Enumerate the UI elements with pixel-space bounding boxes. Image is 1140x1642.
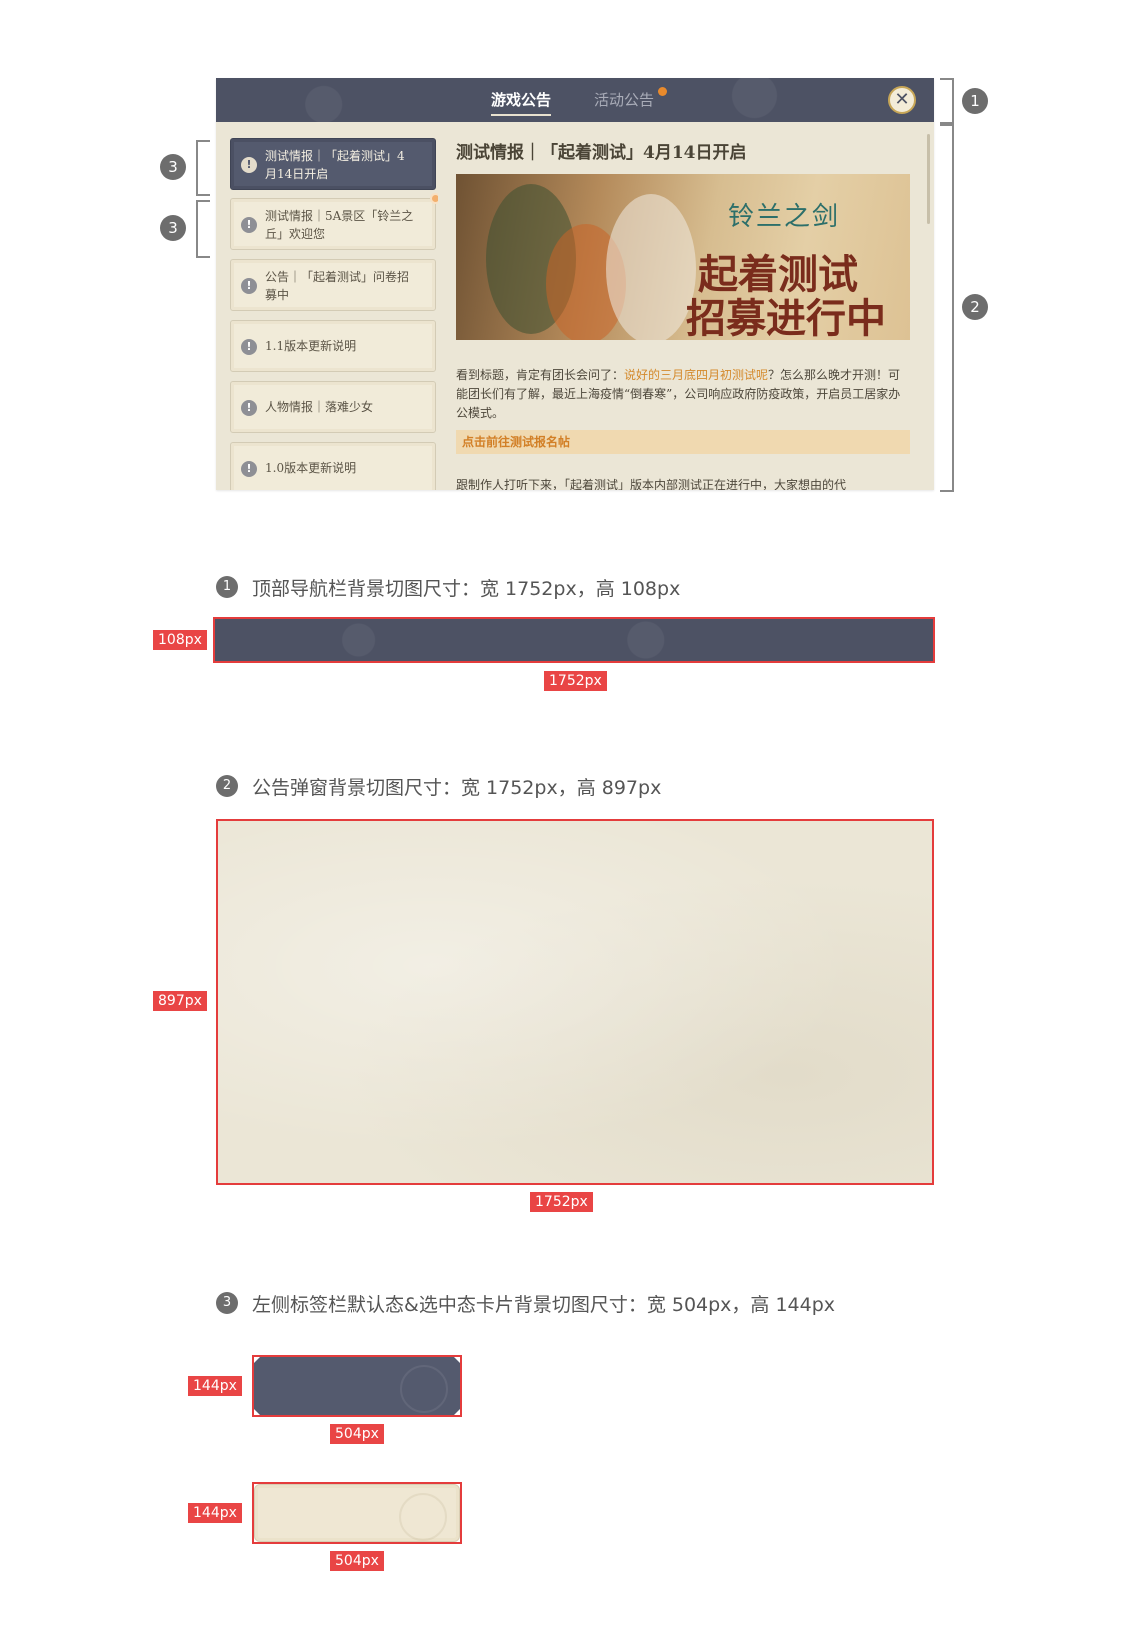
spec-3-title: 左侧标签栏默认态&选中态卡片背景切图尺寸：宽 504px，高 144px: [252, 1294, 836, 1316]
announcement-list[interactable]: ! 测试情报｜「起着测试」4月14日开启 ! 测试情报｜5A景区「铃兰之丘」欢迎…: [230, 138, 438, 490]
body-text: 看到标题，肯定有团长会问了：: [456, 368, 625, 382]
bracket-1: [940, 78, 954, 126]
spec-3-dark-width-tag: 504px: [330, 1424, 384, 1444]
announcement-window: 游戏公告 活动公告 ✕ ! 测试情报｜「起着测试」4月14日开启 ! 测试情报｜…: [216, 78, 934, 490]
list-item[interactable]: ! 测试情报｜「起着测试」4月14日开启: [230, 138, 436, 190]
alert-icon: !: [241, 278, 257, 294]
announcement-title: 测试情报｜「起着测试」4月14日开启: [456, 143, 747, 163]
spec-1-width-tag: 1752px: [544, 671, 607, 691]
spec-1-height-tag: 108px: [153, 630, 207, 650]
spec-2-title: 公告弹窗背景切图尺寸：宽 1752px，高 897px: [252, 777, 662, 799]
announcement-body-cont: 跟制作人打听下来，「起着测试」版本内部测试正在进行中，大家想由的代: [456, 478, 847, 490]
alert-icon: !: [241, 400, 257, 416]
alert-icon: !: [241, 157, 257, 173]
spec-3-number: 3: [216, 1292, 238, 1314]
marker-2: 2: [962, 294, 988, 320]
character-art: [606, 194, 696, 340]
announcement-content[interactable]: 测试情报｜「起着测试」4月14日开启 铃兰之剑 起着测试 招募进行中 看到标题，…: [456, 138, 912, 490]
alert-icon: !: [241, 339, 257, 355]
body-highlight: 说好的三月底四月初测试呢: [624, 368, 769, 382]
spec-2-width-tag: 1752px: [530, 1192, 593, 1212]
bracket-2: [940, 122, 954, 492]
spec-3-light-width-tag: 504px: [330, 1551, 384, 1571]
scrollbar[interactable]: [927, 134, 930, 224]
list-item[interactable]: ! 测试情报｜5A景区「铃兰之丘」欢迎您: [230, 193, 438, 250]
spec-3-light-frame: [252, 1482, 462, 1544]
spec-3-dark-height-tag: 144px: [188, 1376, 242, 1396]
list-item-label: 1.0版本更新说明: [265, 461, 357, 475]
list-item[interactable]: ! 人物情报｜落难少女: [230, 381, 436, 433]
alert-icon: !: [241, 217, 257, 233]
announcement-body: 看到标题，肯定有团长会问了：说好的三月底四月初测试呢？怎么那么晚才开测！可能团长…: [456, 366, 912, 423]
marker-1: 1: [962, 88, 988, 114]
list-item[interactable]: ! 公告｜「起着测试」问卷招募中: [230, 259, 436, 311]
top-nav-bar: 游戏公告 活动公告 ✕: [216, 78, 934, 122]
spec-2-frame: [216, 819, 934, 1185]
new-badge-icon: [430, 193, 438, 204]
bracket-3b: [196, 200, 210, 258]
list-item-label: 公告｜「起着测试」问卷招募中: [265, 270, 410, 302]
list-item-label: 人物情报｜落难少女: [265, 400, 374, 414]
signup-link[interactable]: 点击前往测试报名帖: [456, 430, 910, 454]
tab-game-announcements[interactable]: 游戏公告: [491, 78, 552, 122]
new-dot-icon: [658, 87, 667, 96]
list-item-label: 测试情报｜5A景区「铃兰之丘」欢迎您: [265, 209, 414, 241]
spec-1-number: 1: [216, 576, 238, 598]
spec-2-number: 2: [216, 775, 238, 797]
tab-event-announcements[interactable]: 活动公告: [594, 78, 654, 122]
spec-3-light-height-tag: 144px: [188, 1503, 242, 1523]
list-item[interactable]: ! 1.0版本更新说明: [230, 442, 436, 490]
banner-headline-2: 招募进行中: [686, 295, 886, 340]
announcement-banner: 铃兰之剑 起着测试 招募进行中: [456, 174, 910, 340]
spec-3-dark-frame: [252, 1355, 462, 1417]
alert-icon: !: [241, 461, 257, 477]
spec-1-title: 顶部导航栏背景切图尺寸：宽 1752px，高 108px: [252, 578, 681, 600]
marker-3a: 3: [160, 154, 186, 180]
list-item-label: 测试情报｜「起着测试」4月14日开启: [265, 149, 405, 181]
game-logo: 铃兰之剑: [727, 202, 840, 232]
close-icon: ✕: [894, 89, 910, 110]
list-item[interactable]: ! 1.1版本更新说明: [230, 320, 436, 372]
spec-1-frame: [213, 617, 935, 663]
marker-3b: 3: [160, 215, 186, 241]
list-item-label: 1.1版本更新说明: [265, 339, 357, 353]
close-button[interactable]: ✕: [888, 86, 916, 114]
bracket-3a: [196, 140, 210, 196]
spec-2-height-tag: 897px: [153, 991, 207, 1011]
